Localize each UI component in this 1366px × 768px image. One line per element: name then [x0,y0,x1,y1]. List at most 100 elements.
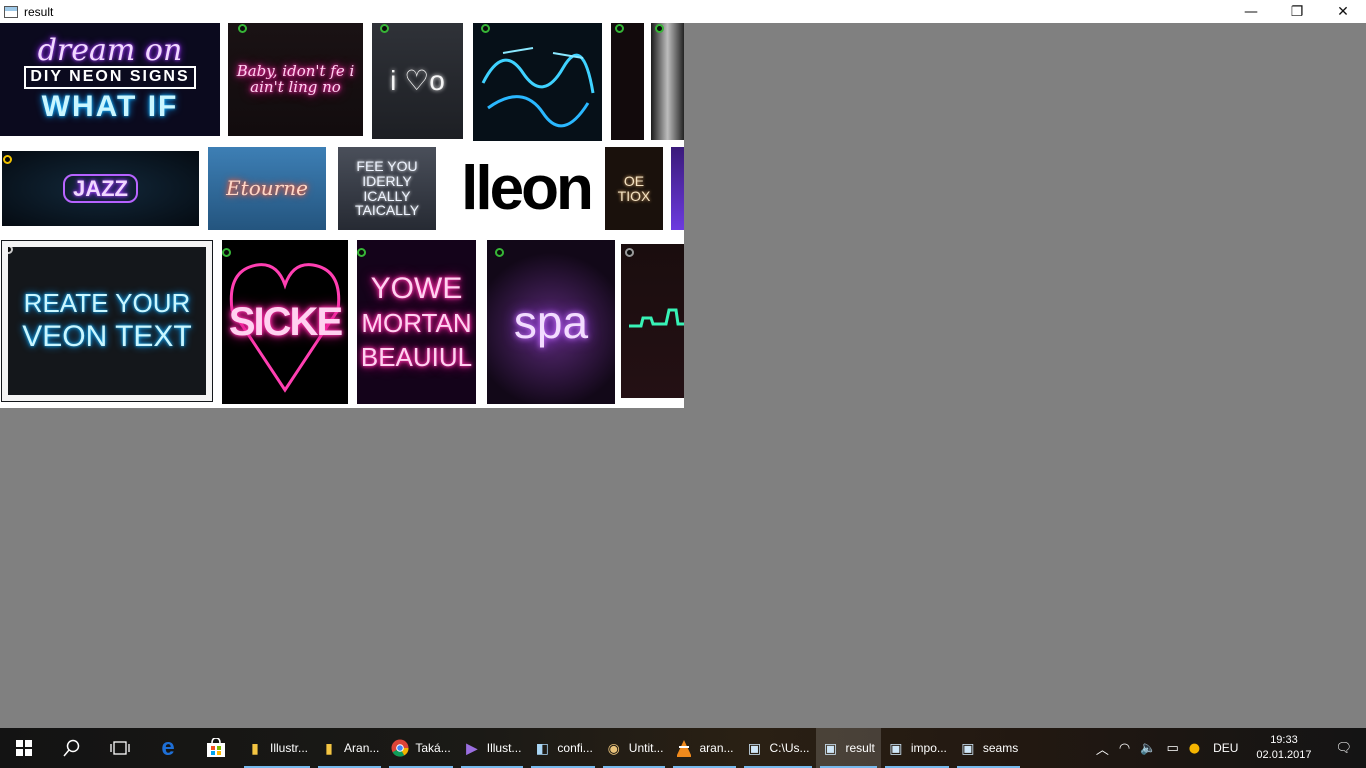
tile-text: OE TIOX [617,172,651,204]
paint-palette-icon: ◉ [607,739,620,756]
marker-dot-icon [625,248,634,257]
image-tile-oe: OE TIOX [605,147,663,230]
chrome-tray-icon[interactable]: ● [1184,741,1205,756]
tile-text: REATE YOUR [23,287,191,318]
task-view-icon [110,741,130,755]
image-tile-sicke: SICKE [222,240,348,404]
minimize-button[interactable]: — [1228,0,1274,23]
volume-icon[interactable]: 🔈 [1135,741,1161,756]
taskbar-app-label: Taká... [415,741,451,755]
image-tile-feel: FEE YOU IDERLY ICALLY TAICALLY [338,147,436,230]
taskbar-app-label: result [845,741,875,755]
tile-text: YOWE [370,271,463,305]
image-tile-narrow-1 [611,23,644,140]
restore-button[interactable]: ❐ [1274,0,1320,23]
image-tile-blue-neon [473,23,602,141]
image-tile-narrow-2 [651,23,684,140]
system-clock[interactable]: 19:33 02.01.2017 [1246,733,1321,763]
result-image-canvas: dream on DIY NEON SIGNS WHAT IF Baby, id… [0,23,684,408]
windows-taskbar: e ▮ Illustr... ▮ Aran... Taká... ▶ Illus… [0,728,1366,768]
battery-icon[interactable]: ▭ [1161,741,1183,756]
taskbar-app-label: aran... [699,741,734,755]
window-title-bar[interactable]: result — ❐ ✕ [0,0,1366,23]
marker-dot-icon [615,24,624,33]
marker-dot-icon [3,155,12,164]
taskbar-app-label: Illustr... [270,741,309,755]
start-button[interactable] [0,728,48,768]
show-hidden-icons-chevron-icon[interactable]: ︿ [1091,739,1114,758]
image-tile-dream-on: dream on DIY NEON SIGNS WHAT IF [0,23,220,136]
image-tile-space: spa [487,240,615,404]
window-app-icon: ▣ [823,739,838,756]
taskbar-app-label: seams [982,741,1019,755]
taskbar-app-label: confi... [557,741,593,755]
image-tile-baby: Baby, idon't fe i ain't ling no [228,23,363,136]
language-indicator[interactable]: DEU [1205,741,1246,755]
taskbar-app-label: C:\Us... [769,741,810,755]
taskbar-app-label: Illust... [486,741,522,755]
taskbar-app-impo[interactable]: ▣ impo... [881,728,953,768]
marker-dot-icon [238,24,247,33]
taskbar-app-vlc[interactable]: aran... [669,728,739,768]
taskbar-app-console[interactable]: ▣ C:\Us... [740,728,816,768]
window-app-icon: ▣ [961,739,975,756]
clock-time: 19:33 [1270,734,1298,746]
taskbar-app-paint[interactable]: ◉ Untit... [599,728,670,768]
taskbar-app-label: Aran... [344,741,380,755]
system-tray: ︿ ◠ 🔈 ▭ ● DEU 19:33 02.01.2017 🗨 [1091,728,1366,768]
clock-date: 02.01.2017 [1256,749,1312,761]
green-skyline-shape [629,308,684,328]
image-tile-etourne: Etourne [208,147,326,230]
vlc-cone-icon [677,740,692,757]
image-tile-narrow-3 [671,147,684,230]
taskbar-app-seams[interactable]: ▣ seams [953,728,1024,768]
window-app-icon: ▣ [747,739,762,756]
search-icon [63,739,80,757]
window-title: result [24,4,54,19]
window-app-icon: ▣ [889,739,903,756]
action-center-icon[interactable]: 🗨 [1321,741,1366,756]
tile-text: FEE YOU IDERLY ICALLY TAICALLY [354,158,420,219]
tile-text: VEON TEXT [22,319,192,353]
taskbar-app-chrome[interactable]: Taká... [385,728,456,768]
windows-logo-icon [16,740,32,756]
taskbar-app-visual-studio[interactable]: ▶ Illust... [457,728,528,768]
visual-studio-icon: ▶ [466,739,478,756]
app-window-icon [4,5,18,18]
tile-text: Baby, idon't fe i ain't ling no [236,61,355,96]
marker-dot-icon [495,248,504,257]
config-file-icon: ◧ [535,739,550,756]
image-tile-green-skyline [621,244,684,398]
taskbar-app-config[interactable]: ◧ confi... [527,728,598,768]
marker-dot-icon [357,248,366,257]
tile-text: MORTAN [361,308,472,339]
search-button[interactable] [48,728,96,768]
tile-text: dream on [37,32,183,68]
image-tile-leon: lleon [448,147,604,230]
folder-icon: ▮ [251,739,259,756]
marker-dot-icon [380,24,389,33]
image-tile-i-love: i ♡o [372,23,463,139]
task-view-button[interactable] [96,728,144,768]
folder-icon: ▮ [325,739,333,756]
tile-text: Etourne [226,176,308,200]
edge-browser-button[interactable]: e [144,728,192,768]
image-tile-create-your: REATE YOUR VEON TEXT [1,240,213,402]
taskbar-app-explorer-illustr[interactable]: ▮ Illustr... [240,728,314,768]
tile-text: BEAUIUL [360,341,473,372]
taskbar-app-explorer-aran[interactable]: ▮ Aran... [314,728,385,768]
window-controls: — ❐ ✕ [1228,0,1366,23]
marker-dot-icon [655,24,664,33]
wifi-icon[interactable]: ◠ [1114,741,1135,756]
store-icon [207,738,225,757]
close-button[interactable]: ✕ [1320,0,1366,23]
store-button[interactable] [192,728,240,768]
edge-icon: e [161,734,175,761]
taskbar-app-label: impo... [910,741,947,755]
tile-text: SICKE [228,300,343,344]
tile-text: JAZZ [63,173,138,204]
tile-text: WHAT IF [41,89,179,123]
marker-dot-icon [481,24,490,33]
taskbar-app-label: Untit... [628,741,664,755]
taskbar-app-result[interactable]: ▣ result [815,728,881,768]
